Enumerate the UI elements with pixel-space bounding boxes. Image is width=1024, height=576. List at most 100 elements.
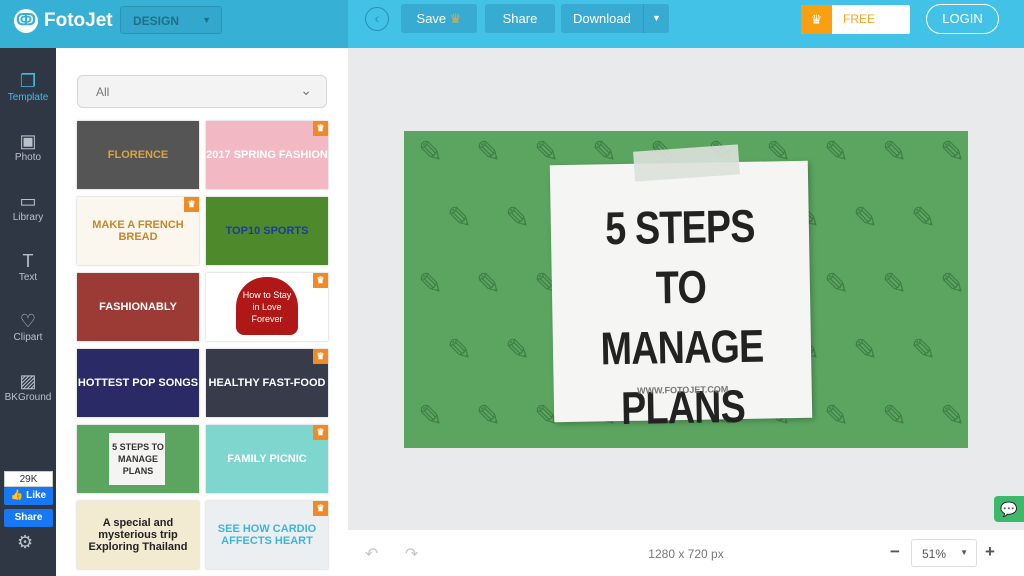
share-button[interactable]: Share [485,4,555,33]
library-icon: ▭ [19,191,37,211]
download-button[interactable]: Download ▼ [561,4,669,33]
sidebar-item-clipart[interactable]: ♡ Clipart [0,310,56,343]
crown-icon: ♛ [449,11,462,26]
caret-down-icon: ▼ [202,15,211,25]
template-thumbnail[interactable]: FAMILY PICNIC ♛ [206,425,328,493]
facebook-share-button[interactable]: Share [4,509,53,527]
sidebar-item-text[interactable]: T Text [0,250,56,283]
pencil-pattern-icon: ✎ [824,136,850,169]
premium-crown-icon: ♛ [313,349,328,364]
template-text: MAKE A FRENCH BREAD [92,219,184,243]
mode-select[interactable]: DESIGN ▼ [120,6,222,34]
pencil-pattern-icon: ✎ [418,136,444,169]
pencil-pattern-icon: ✎ [476,400,502,433]
sidebar-label: Text [18,272,38,283]
top-bar-right: ‹ Save ♛ Share Download ▼ ♛ FREE TRIAL LOG… [348,0,1024,48]
pencil-pattern-icon: ✎ [505,334,531,367]
template-thumbnail[interactable]: 5 STEPS TO MANAGE PLANS [77,425,199,493]
caret-down-icon: ▼ [960,548,968,557]
pencil-pattern-icon: ✎ [882,268,908,301]
collapse-panel-button[interactable]: ‹ [365,7,389,31]
template-thumbnail[interactable]: HOTTEST POP SONGS [77,349,199,417]
title-line: 5 STEPS [604,199,756,255]
zoom-out-button[interactable]: − [890,542,900,562]
heart-icon: ♡ [19,311,37,331]
template-thumbnail[interactable]: FASHIONABLY [77,273,199,341]
settings-gear-icon[interactable]: ⚙ [17,532,33,553]
pencil-pattern-icon: ✎ [476,136,502,169]
crown-icon: ♛ [801,5,832,34]
free-trial-button[interactable]: ♛ FREE TRIAL [801,5,910,34]
template-text: FLORENCE [107,149,169,161]
free-trial-label: FREE TRIAL [843,12,876,26]
sidebar-label: Library [12,212,44,223]
template-text: 2017 SPRING FASHION [206,149,328,161]
top-bar-left: ↂ FotoJet DESIGN ▼ [0,0,348,48]
logo-icon: ↂ [14,9,38,33]
brand-name: FotoJet [44,10,113,31]
chat-icon[interactable]: 💬 [994,496,1024,522]
like-label: Like [26,490,47,501]
template-text: HEALTHY FAST-FOOD [208,377,326,389]
like-count: 29K [4,471,53,487]
pencil-pattern-icon: ✎ [940,400,966,433]
template-thumbnail[interactable]: How to Stay in Love Forever ♛ [206,273,328,341]
sidebar-item-template[interactable]: ❐ Template [0,70,56,103]
premium-crown-icon: ♛ [313,501,328,516]
pencil-pattern-icon: ✎ [853,334,879,367]
template-text: A special and mysterious trip Exploring … [88,517,188,553]
premium-crown-icon: ♛ [184,197,199,212]
premium-crown-icon: ♛ [313,121,328,136]
pencil-pattern-icon: ✎ [853,202,879,235]
template-thumbnail[interactable]: FLORENCE [77,121,199,189]
facebook-like-button[interactable]: 👍 Like [4,487,53,505]
template-thumbnail[interactable]: A special and mysterious trip Exploring … [77,501,199,569]
sidebar-item-photo[interactable]: ▣ Photo [0,130,56,163]
pencil-pattern-icon: ✎ [447,202,473,235]
sidebar-label: Photo [14,152,42,163]
zoom-select[interactable]: 51% ▼ [911,539,977,567]
template-thumbnail[interactable]: SEE HOW CARDIO AFFECTS HEART ♛ [206,501,328,569]
canvas-title[interactable]: 5 STEPS TO MANAGE PLANS [574,195,790,439]
template-thumbnail[interactable]: TOP10 SPORTS [206,197,328,265]
template-text: How to Stay in Love Forever [242,290,292,324]
sidebar-item-background[interactable]: ▨ BKGround [0,370,56,403]
pencil-pattern-icon: ✎ [505,202,531,235]
save-label: Save [416,11,447,26]
sidebar-label: Template [7,92,49,103]
pencil-pattern-icon: ✎ [911,202,937,235]
save-button[interactable]: Save ♛ [401,4,477,33]
pencil-pattern-icon: ✎ [476,268,502,301]
login-button[interactable]: LOGIN [926,4,999,34]
zoom-in-button[interactable]: + [985,542,995,562]
template-text: TOP10 SPORTS [225,225,309,237]
pencil-pattern-icon: ✎ [824,268,850,301]
template-thumbnail[interactable]: MAKE A FRENCH BREAD ♛ [77,197,199,265]
title-line: TO MANAGE [600,260,764,375]
sidebar-item-library[interactable]: ▭ Library [0,190,56,223]
template-text: FAMILY PICNIC [227,453,307,465]
category-filter-select[interactable]: All ⌄ [77,75,327,108]
pencil-pattern-icon: ✎ [940,268,966,301]
pencil-pattern-icon: ✎ [418,400,444,433]
design-canvas[interactable]: ✎✎✎✎✎✎✎✎✎✎✎✎✎✎✎✎✎✎✎✎✎✎✎✎✎✎✎✎✎✎✎✎✎✎✎✎✎✎✎✎… [404,131,968,448]
zoom-value: 51% [922,547,947,561]
template-thumbnail[interactable]: HEALTHY FAST-FOOD ♛ [206,349,328,417]
sidebar-label: BKGround [4,392,52,403]
template-text: HOTTEST POP SONGS [77,377,199,389]
pencil-pattern-icon: ✎ [882,400,908,433]
pencil-pattern-icon: ✎ [911,334,937,367]
text-icon: T [22,251,34,271]
download-label: Download [573,11,631,26]
template-thumbnail[interactable]: 2017 SPRING FASHION ♛ [206,121,328,189]
fotojet-logo[interactable]: ↂ FotoJet [14,9,113,33]
pencil-pattern-icon: ✎ [418,268,444,301]
sticky-note[interactable]: 5 STEPS TO MANAGE PLANS WWW.FOTOJET.COM [549,160,813,434]
filter-value: All [96,85,110,99]
sidebar-label: Clipart [13,332,43,343]
download-options-icon[interactable]: ▼ [643,4,669,33]
pencil-pattern-icon: ✎ [940,136,966,169]
premium-crown-icon: ♛ [313,425,328,440]
template-panel: All ⌄ FLORENCE 2017 SPRING FASHION ♛ MAKE A … [56,48,348,576]
facebook-widget: 29K 👍 Like Share [4,471,53,527]
